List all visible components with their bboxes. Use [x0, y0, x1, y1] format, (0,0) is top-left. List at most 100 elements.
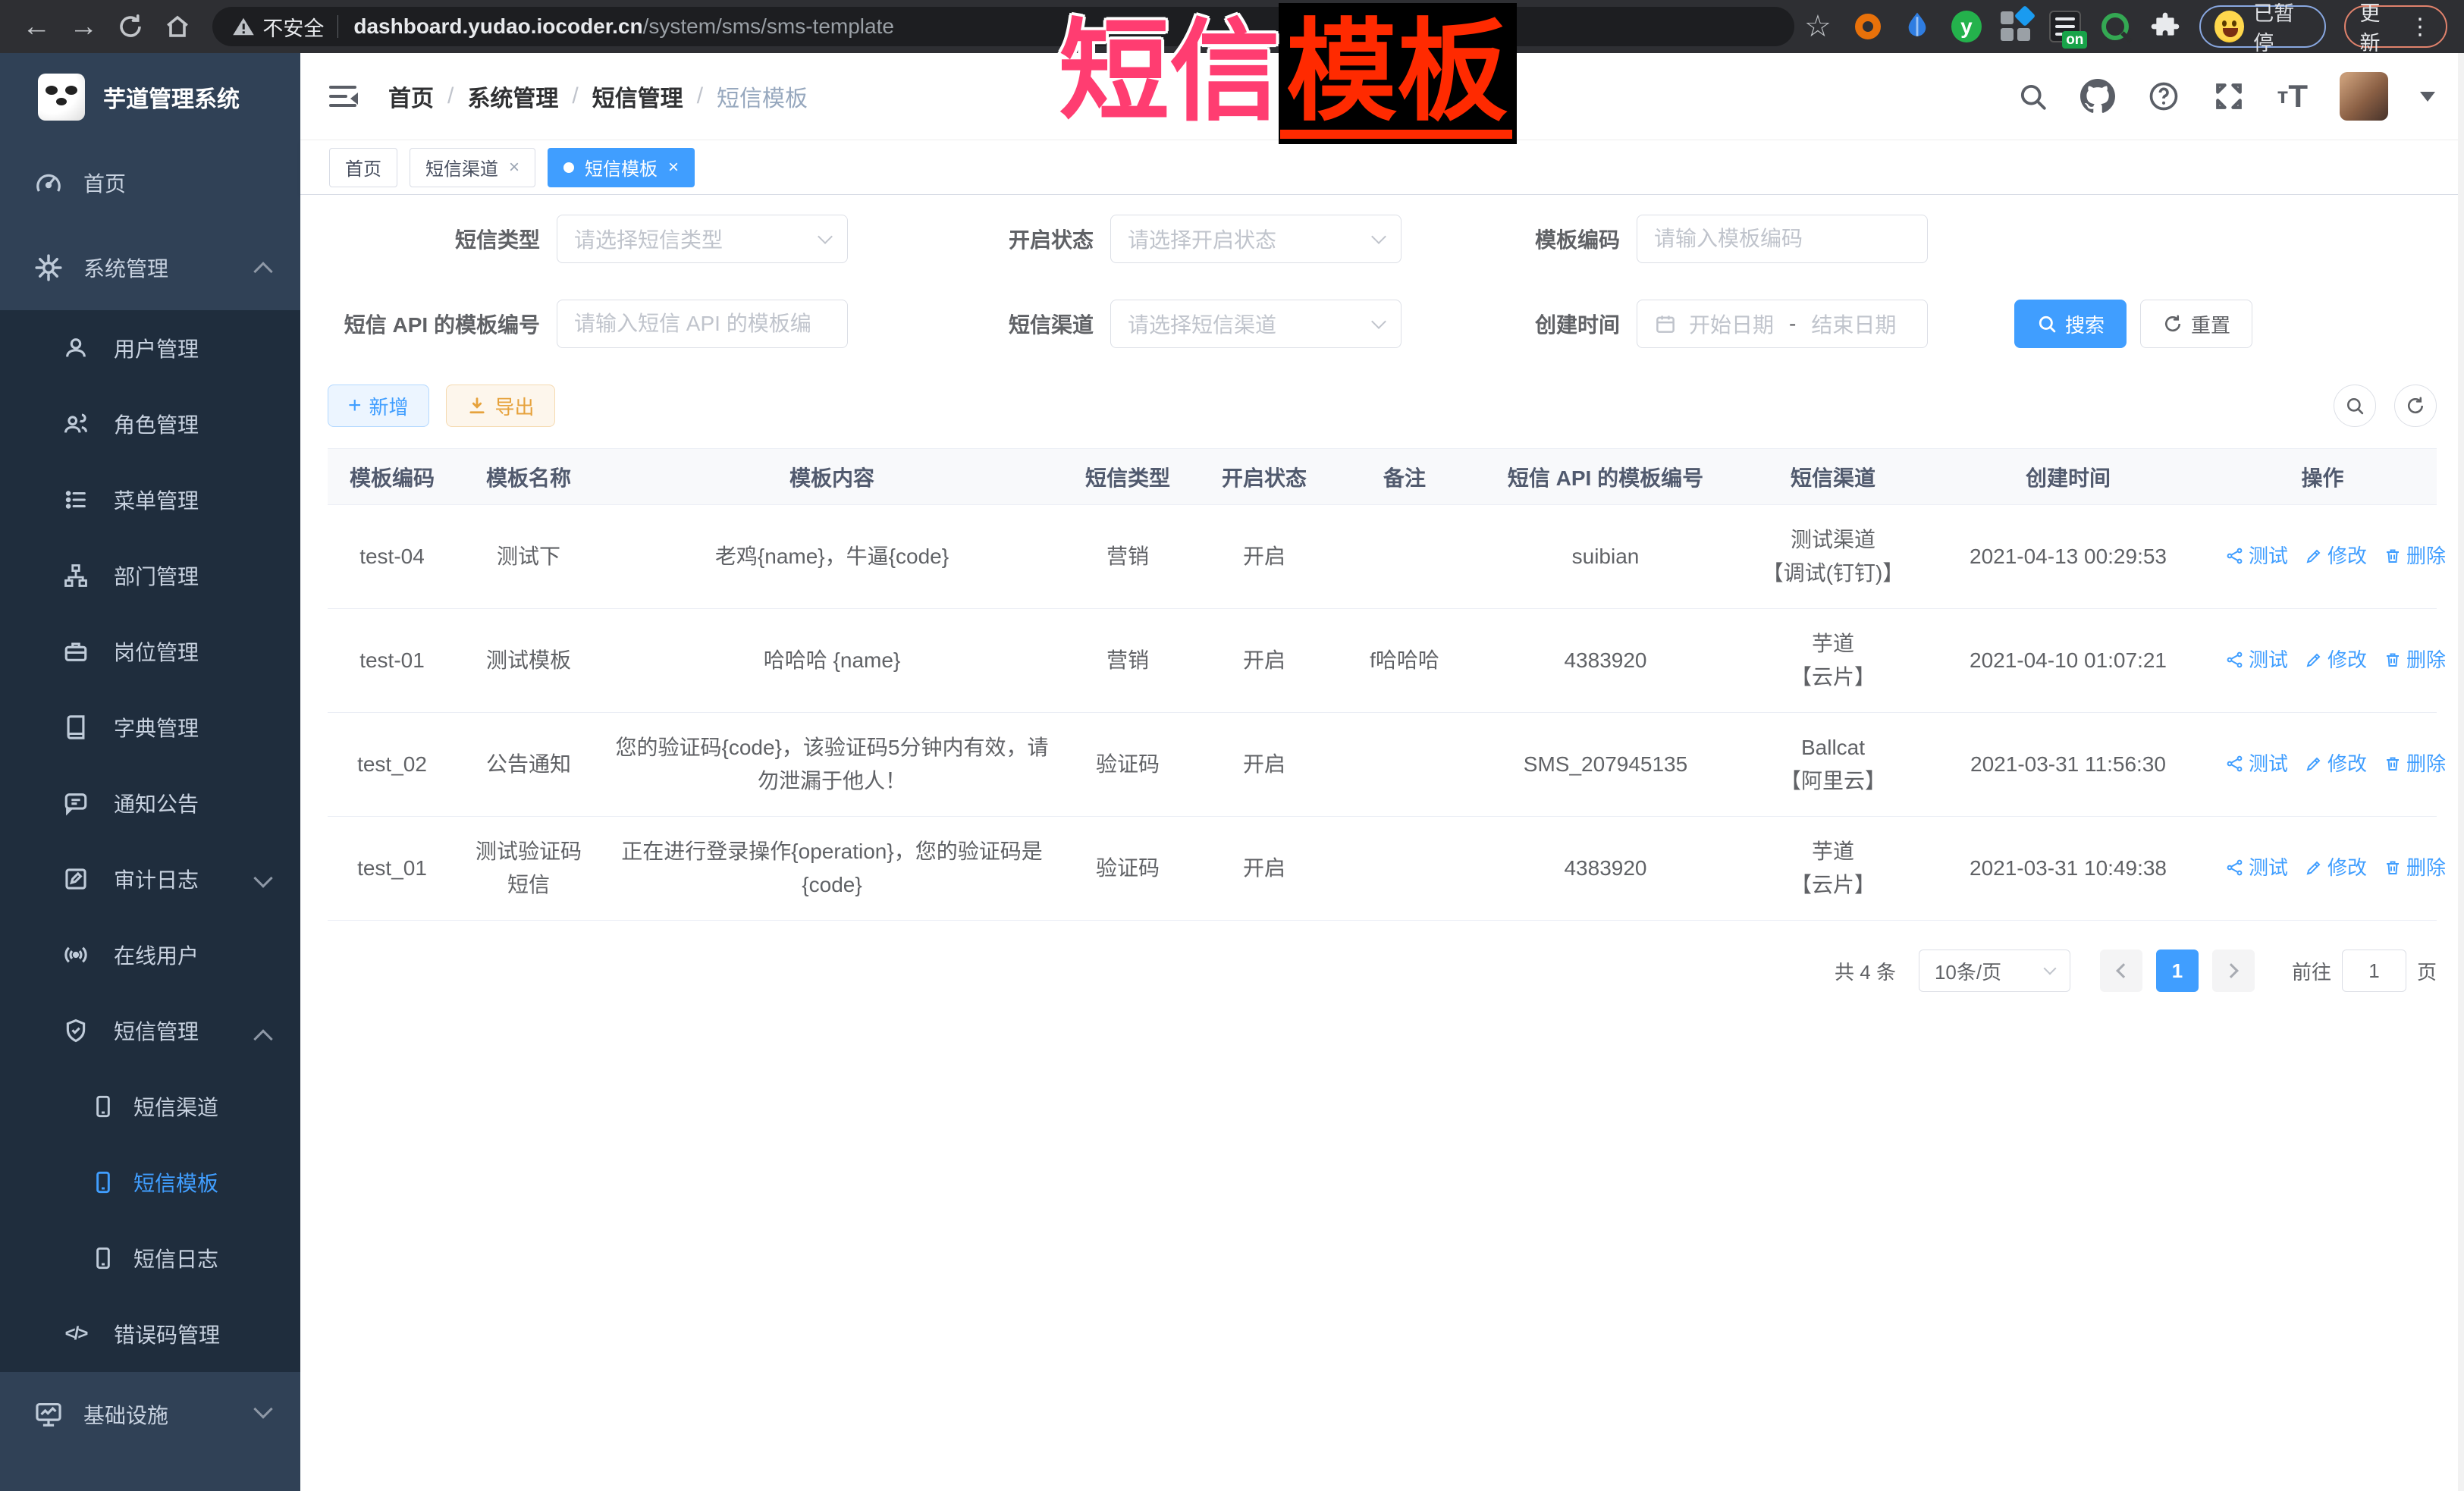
extension-puzzle-icon[interactable] [2149, 10, 2181, 43]
github-icon[interactable] [2080, 79, 2115, 114]
page-size-select[interactable]: 10条/页 [1919, 950, 2070, 992]
sidebar-item-menus[interactable]: 菜单管理 [0, 462, 300, 538]
sidebar-item-sms-log[interactable]: 短信日志 [0, 1220, 300, 1296]
extension-grid-icon[interactable] [2000, 10, 2032, 43]
sidebar-item-infrastructure[interactable]: 基础设施 [0, 1372, 300, 1457]
sidebar-item-system[interactable]: 系统管理 [0, 225, 300, 310]
table-row: test_02 公告通知 您的验证码{code}，该验证码5分钟内有效，请勿泄漏… [328, 713, 2437, 817]
calendar-icon [1654, 312, 1677, 335]
tab-sms-channel[interactable]: 短信渠道 × [410, 148, 535, 187]
export-button[interactable]: 导出 [446, 385, 555, 427]
test-link[interactable]: 测试 [2226, 539, 2288, 573]
bookmark-star-icon[interactable]: ☆ [1802, 10, 1834, 43]
page-1-button[interactable]: 1 [2156, 950, 2199, 992]
refresh-table-button[interactable] [2394, 385, 2437, 427]
app-logo[interactable]: 芋道管理系统 [0, 53, 300, 140]
date-range-picker[interactable]: 开始日期 - 结束日期 [1637, 300, 1928, 348]
extension-orange-icon[interactable] [1852, 10, 1884, 43]
template-code-label: 模板编码 [1535, 224, 1620, 254]
delete-link[interactable]: 删除 [2384, 851, 2446, 884]
prev-page-button[interactable] [2100, 950, 2142, 992]
sidebar-item-notices[interactable]: 通知公告 [0, 765, 300, 841]
next-page-button[interactable] [2212, 950, 2255, 992]
extension-drop-icon[interactable] [1901, 10, 1933, 43]
avatar-caret-icon[interactable] [2420, 92, 2435, 109]
tab-sms-template[interactable]: 短信模板 × [548, 148, 695, 187]
search-icon [2036, 313, 2058, 334]
breadcrumb-separator: / [697, 83, 703, 109]
gear-icon [33, 253, 64, 282]
collapse-menu-icon[interactable] [329, 86, 356, 107]
add-button[interactable]: + 新增 [328, 385, 429, 427]
sidebar-item-departments[interactable]: 部门管理 [0, 538, 300, 614]
col-header: 备注 [1336, 449, 1473, 505]
delete-link[interactable]: 删除 [2384, 747, 2446, 780]
edit-link[interactable]: 修改 [2305, 643, 2367, 676]
cell-remark: f哈哈哈 [1336, 609, 1473, 713]
font-size-icon[interactable]: тT [2277, 78, 2308, 115]
delete-link[interactable]: 删除 [2384, 539, 2446, 573]
search-icon[interactable] [2017, 80, 2048, 112]
sidebar-item-label: 用户管理 [114, 333, 199, 363]
reset-button[interactable]: 重置 [2140, 300, 2252, 348]
delete-link[interactable]: 删除 [2384, 643, 2446, 676]
close-icon[interactable]: × [668, 157, 679, 178]
edit-link[interactable]: 修改 [2305, 747, 2367, 780]
sidebar-item-sms-channel[interactable]: 短信渠道 [0, 1069, 300, 1144]
forward-icon[interactable]: → [64, 6, 103, 47]
cell-type: 验证码 [1063, 817, 1192, 921]
divider [337, 15, 338, 38]
sidebar-item-error-codes[interactable]: </> 错误码管理 [0, 1296, 300, 1372]
sidebar-item-posts[interactable]: 岗位管理 [0, 614, 300, 689]
edit-link[interactable]: 修改 [2305, 539, 2367, 573]
address-bar[interactable]: 不安全 dashboard.yudao.iocoder.cn/system/sm… [212, 7, 1794, 46]
scrollbar[interactable] [2458, 53, 2464, 1491]
navbar-actions: тT [2017, 72, 2435, 121]
browser-menu-icon[interactable]: ⋮ [2409, 14, 2432, 40]
annotation-title: 短信模板 [1059, 14, 1512, 139]
edit-link[interactable]: 修改 [2305, 851, 2367, 884]
sidebar-item-users[interactable]: 用户管理 [0, 310, 300, 386]
sidebar-item-audit-log[interactable]: 审计日志 [0, 841, 300, 917]
sidebar-item-sms[interactable]: 短信管理 [0, 993, 300, 1069]
goto-page-input[interactable] [2342, 950, 2406, 992]
sms-channel-select[interactable]: 请选择短信渠道 [1110, 300, 1401, 348]
chevron-up-icon [253, 1029, 272, 1048]
extension-y-icon[interactable]: y [1951, 11, 1982, 42]
extension-tabs-on-icon[interactable]: on [2049, 10, 2081, 43]
sidebar-item-home[interactable]: 首页 [0, 140, 300, 225]
security-label[interactable]: 不安全 [262, 12, 324, 42]
fullscreen-icon[interactable] [2212, 80, 2246, 113]
breadcrumb-item[interactable]: 短信管理 [592, 80, 683, 113]
home-icon[interactable] [158, 6, 197, 47]
breadcrumb-item[interactable]: 系统管理 [467, 80, 558, 113]
close-icon[interactable]: × [509, 157, 519, 178]
sidebar-item-sms-template[interactable]: 短信模板 [0, 1144, 300, 1220]
profile-paused-pill[interactable]: 已暂停 [2199, 5, 2327, 48]
user-avatar[interactable] [2340, 72, 2388, 121]
sms-type-select[interactable]: 请选择短信类型 [557, 215, 848, 263]
search-button[interactable]: 搜索 [2014, 300, 2127, 348]
help-icon[interactable] [2147, 80, 2180, 113]
sidebar-item-dictionary[interactable]: 字典管理 [0, 689, 300, 765]
sidebar-item-label: 审计日志 [114, 864, 199, 894]
update-button[interactable]: 更新 ⋮ [2344, 5, 2447, 48]
toggle-search-button[interactable] [2334, 385, 2376, 427]
reload-icon[interactable] [111, 6, 150, 47]
breadcrumb-item[interactable]: 首页 [388, 80, 434, 113]
extension-magnifier-icon[interactable] [2099, 10, 2131, 43]
back-icon[interactable]: ← [17, 6, 56, 47]
test-link[interactable]: 测试 [2226, 643, 2288, 676]
sidebar-item-online-users[interactable]: 在线用户 [0, 917, 300, 993]
test-link[interactable]: 测试 [2226, 747, 2288, 780]
api-template-id-input[interactable] [574, 312, 830, 336]
sidebar-item-roles[interactable]: 角色管理 [0, 386, 300, 462]
cell-name: 测试下 [457, 505, 601, 609]
test-link[interactable]: 测试 [2226, 851, 2288, 884]
col-header: 模板编码 [328, 449, 457, 505]
url-text[interactable]: dashboard.yudao.iocoder.cn/system/sms/sm… [353, 14, 894, 39]
status-select[interactable]: 请选择开启状态 [1110, 215, 1401, 263]
main-content: 短信类型 请选择短信类型 开启状态 请选择开启状态 模板编码 [300, 195, 2464, 1491]
template-code-input[interactable] [1654, 227, 1910, 251]
tab-home[interactable]: 首页 [329, 148, 397, 187]
